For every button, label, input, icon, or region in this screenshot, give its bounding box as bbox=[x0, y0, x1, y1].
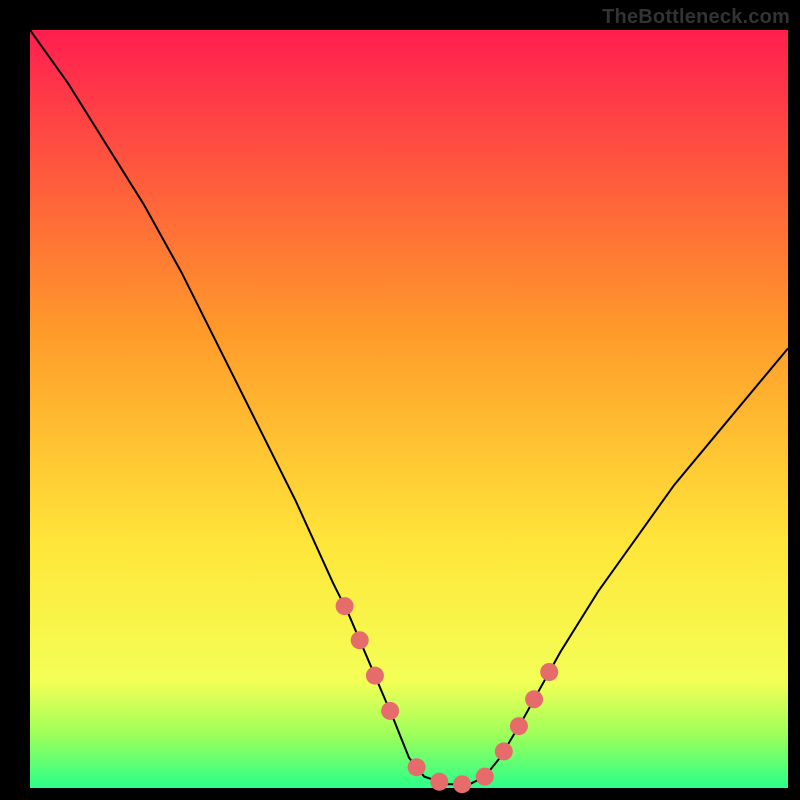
highlight-dot bbox=[510, 717, 528, 735]
highlight-dot bbox=[351, 631, 369, 649]
highlight-dot bbox=[540, 663, 558, 681]
highlight-dot bbox=[525, 690, 543, 708]
highlight-dot bbox=[366, 667, 384, 685]
highlight-dot bbox=[381, 702, 399, 720]
highlight-dot bbox=[430, 773, 448, 791]
chart-stage: TheBottleneck.com bbox=[0, 0, 800, 800]
highlight-dot bbox=[408, 758, 426, 776]
highlight-dot bbox=[336, 597, 354, 615]
plot-background bbox=[30, 30, 788, 788]
highlight-dot bbox=[453, 775, 471, 793]
highlight-dot bbox=[495, 742, 513, 760]
bottleneck-chart bbox=[0, 0, 800, 800]
highlight-dot bbox=[476, 768, 494, 786]
